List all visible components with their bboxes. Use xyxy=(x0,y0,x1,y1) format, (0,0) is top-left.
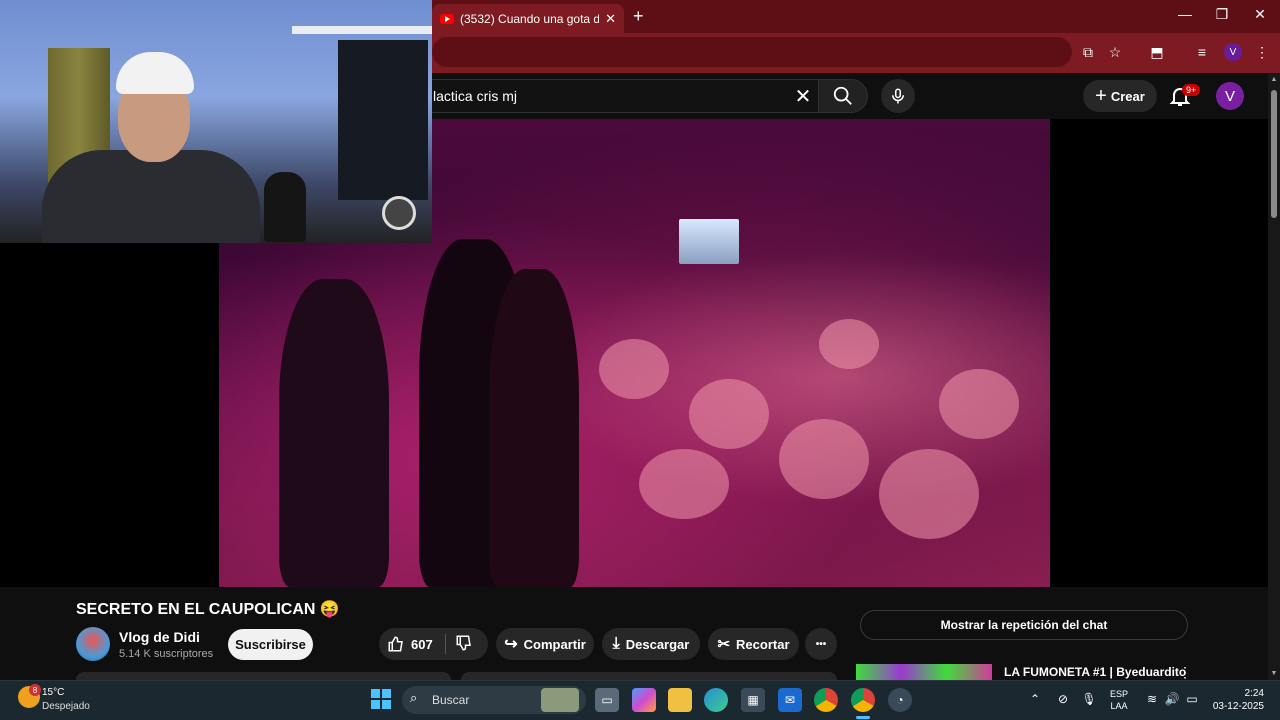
address-bar[interactable] xyxy=(432,37,1072,67)
video-title: SECRETO EN EL CAUPOLICAN 😝 xyxy=(76,601,340,618)
share-label: Compartir xyxy=(523,636,586,652)
webcam-overlay xyxy=(0,0,432,243)
browser-profile-avatar[interactable]: V xyxy=(1224,43,1242,61)
language-code: ESP xyxy=(1110,689,1129,699)
clock-date: 03-12-2025 xyxy=(1212,701,1264,712)
tray-microphone-icon[interactable]: 🎙 xyxy=(1080,692,1098,706)
like-button[interactable]: 607 xyxy=(387,635,433,653)
recommended-title[interactable]: LA FUMONETA #1 | Byeduardito xyxy=(1004,665,1186,679)
search-clear-icon[interactable]: ✕ xyxy=(792,84,814,109)
new-tab-button[interactable]: + xyxy=(633,6,644,27)
thumbs-down-icon xyxy=(456,635,471,651)
scrollbar-thumb[interactable] xyxy=(1271,90,1277,218)
camera-off-icon[interactable]: ⊘ xyxy=(1054,692,1072,706)
notification-count-badge: 9+ xyxy=(1182,84,1201,96)
restore-button[interactable]: ❐ xyxy=(1212,6,1232,23)
like-count: 607 xyxy=(411,636,433,652)
download-button[interactable]: ⤓ Descargar xyxy=(602,628,700,660)
weather-badge: 8 xyxy=(29,684,41,696)
subscribe-button[interactable]: Suscribirse xyxy=(228,629,313,660)
venue-screen xyxy=(679,219,739,264)
tab-title: (3532) Cuando una gota de lluv xyxy=(460,11,600,26)
recommended-thumbnail[interactable] xyxy=(856,664,992,680)
search-button[interactable] xyxy=(818,79,868,113)
wifi-icon[interactable]: ≋ xyxy=(1143,692,1161,706)
clip-label: Recortar xyxy=(736,636,790,652)
chrome-profile-icon[interactable] xyxy=(851,688,875,712)
create-button[interactable]: + Crear xyxy=(1083,80,1157,112)
copilot-icon[interactable] xyxy=(632,688,656,712)
youtube-account-avatar[interactable]: V xyxy=(1216,82,1244,110)
search-highlight-icon[interactable] xyxy=(541,688,579,712)
tray-overflow-icon[interactable]: ⌃ xyxy=(1026,692,1044,706)
media-controls-icon[interactable]: ≡ xyxy=(1192,44,1212,60)
browser-tab[interactable]: (3532) Cuando una gota de lluv ✕ xyxy=(432,4,624,33)
taskbar-search-placeholder: Buscar xyxy=(432,693,470,707)
active-app-indicator xyxy=(856,716,870,719)
dislike-button[interactable] xyxy=(455,634,473,657)
edge-icon[interactable] xyxy=(704,688,728,712)
recording-app-icon[interactable]: ◔ xyxy=(888,688,912,712)
create-label: Crear xyxy=(1110,88,1145,104)
channel-avatar[interactable] xyxy=(76,627,110,661)
voice-search-button[interactable] xyxy=(881,79,915,113)
scroll-up-icon[interactable]: ▲ xyxy=(1268,76,1280,83)
scissors-icon: ✂ xyxy=(717,636,731,653)
weather-temperature[interactable]: 15°C xyxy=(42,687,64,698)
share-icon: ↪ xyxy=(504,636,518,653)
more-actions-button[interactable]: ••• xyxy=(805,628,837,660)
minimize-button[interactable]: — xyxy=(1175,6,1195,22)
start-button[interactable] xyxy=(371,689,391,709)
description-box[interactable] xyxy=(76,672,451,680)
outlook-icon[interactable]: ✉ xyxy=(778,688,802,712)
task-view-icon[interactable]: ▭ xyxy=(595,688,619,712)
weather-condition[interactable]: Despejado xyxy=(42,701,90,712)
youtube-favicon-icon xyxy=(440,13,454,24)
comment-box[interactable] xyxy=(461,672,837,680)
search-query: lactica cris mj xyxy=(433,88,518,104)
file-explorer-icon[interactable] xyxy=(668,688,692,712)
like-divider xyxy=(445,634,446,654)
keyboard-layout: LAA xyxy=(1110,701,1128,711)
clip-button[interactable]: ✂ Recortar xyxy=(708,628,799,660)
taskbar-search-icon: ⌕ xyxy=(410,690,418,705)
clock-time: 2:24 xyxy=(1244,688,1264,699)
search-icon xyxy=(833,86,852,105)
streamer-logo-icon xyxy=(382,196,416,230)
browser-menu-icon[interactable]: ⋮ xyxy=(1252,44,1272,61)
search-input[interactable]: lactica cris mj xyxy=(420,79,818,113)
show-chat-replay-button[interactable]: Mostrar la repetición del chat xyxy=(860,610,1188,640)
cast-icon[interactable]: ⧉ xyxy=(1078,44,1098,61)
scroll-down-icon[interactable]: ▼ xyxy=(1268,670,1280,677)
thumbs-up-icon xyxy=(388,636,403,652)
language-indicator[interactable]: ESP LAA xyxy=(1110,688,1128,712)
channel-name[interactable]: Vlog de Didi xyxy=(119,629,200,645)
system-clock[interactable]: 2:24 03-12-2025 xyxy=(1208,687,1264,713)
microphone-icon xyxy=(892,88,904,104)
store-icon[interactable]: ▦ xyxy=(741,688,765,712)
tab-close-icon[interactable]: ✕ xyxy=(605,11,616,27)
bookmark-star-icon[interactable]: ☆ xyxy=(1105,44,1125,61)
download-label: Descargar xyxy=(625,636,690,652)
download-icon: ⤓ xyxy=(612,635,620,652)
share-button[interactable]: ↪ Compartir xyxy=(496,628,594,660)
volume-icon[interactable]: 🔊 xyxy=(1163,692,1181,706)
plus-icon: + xyxy=(1095,84,1107,107)
chrome-icon[interactable] xyxy=(814,688,838,712)
close-window-button[interactable]: ✕ xyxy=(1250,6,1270,23)
extensions-icon[interactable]: ⬒ xyxy=(1147,44,1167,61)
recommended-menu-icon[interactable]: ⋮ xyxy=(1178,664,1192,681)
battery-icon[interactable]: ▭ xyxy=(1183,692,1201,706)
subscriber-count: 5.14 K suscriptores xyxy=(119,648,214,660)
